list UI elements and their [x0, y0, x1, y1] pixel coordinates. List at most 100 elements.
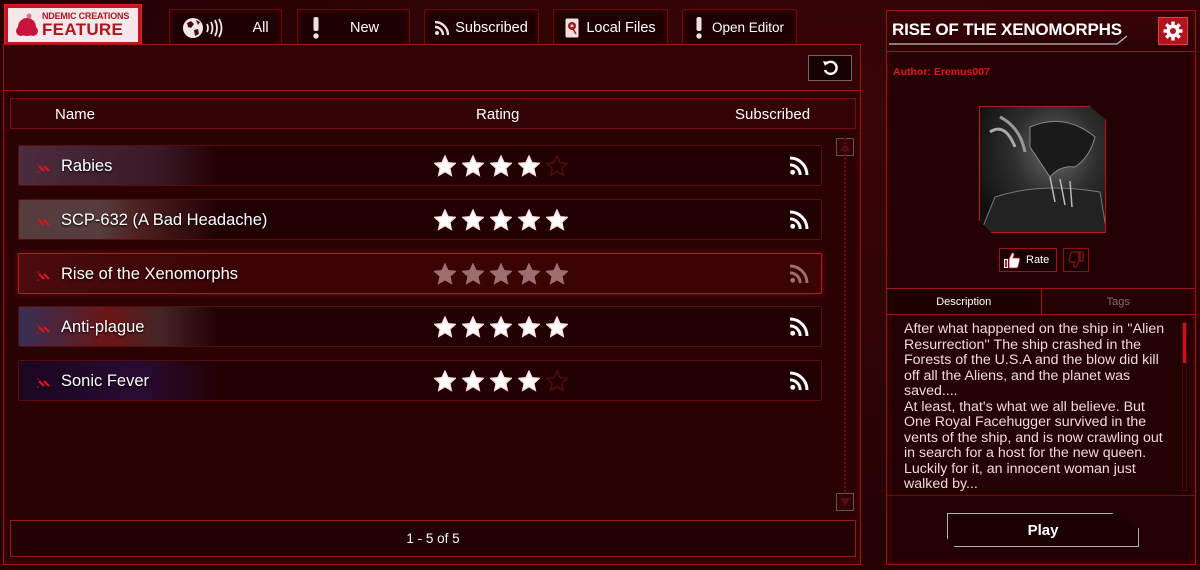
column-subscribed[interactable]: Subscribed	[735, 106, 810, 123]
brand-bottom-text: FEATURE	[42, 20, 124, 39]
tab-description[interactable]: Description	[887, 289, 1042, 314]
subscribed-rss-icon[interactable]	[789, 156, 809, 180]
star-filled-icon	[433, 315, 457, 343]
xenomorph-image-icon	[980, 115, 1105, 232]
list-item[interactable]: Rabies	[18, 145, 822, 186]
star-filled-icon	[517, 208, 541, 236]
exclamation-icon	[312, 16, 320, 39]
star-filled-icon	[433, 208, 457, 236]
tab-all-label: All	[252, 19, 269, 36]
star-filled-icon	[461, 369, 485, 397]
scenario-name: SCP-632 (A Bad Headache)	[61, 211, 268, 229]
star-empty-icon	[545, 154, 569, 182]
scenario-preview-image	[979, 106, 1106, 233]
star-filled-icon	[489, 208, 513, 236]
star-filled-icon	[461, 315, 485, 343]
star-rating	[433, 208, 569, 236]
tab-tags[interactable]: Tags	[1042, 289, 1196, 314]
column-name[interactable]: Name	[55, 106, 95, 123]
scenario-name: Sonic Fever	[61, 372, 150, 390]
list-column-header: Name Rating Subscribed	[10, 98, 856, 129]
subscribed-rss-icon[interactable]	[789, 317, 809, 341]
slash-marker-icon	[37, 214, 53, 232]
slash-marker-icon	[37, 268, 53, 286]
scenario-detail-panel: RISE OF THE XENOMORPHS Author: Eremus007…	[886, 10, 1196, 565]
ndemic-feature-logo[interactable]: NDEMIC CREATIONS FEATURE	[4, 4, 142, 45]
list-scrollbar[interactable]	[844, 138, 846, 498]
play-button[interactable]: Play	[947, 513, 1139, 547]
tab-new-label: New	[350, 19, 380, 36]
star-filled-icon	[545, 208, 569, 236]
star-filled-icon	[517, 154, 541, 182]
rate-label: Rate	[1026, 254, 1050, 266]
globe-broadcast-icon	[182, 16, 228, 40]
star-filled-icon	[433, 262, 457, 290]
exclamation-icon	[695, 16, 703, 39]
star-filled-icon	[461, 208, 485, 236]
tab-open-editor-label: Open Editor	[711, 20, 785, 35]
scenario-list-panel: Name Rating Subscribed Rabies SCP-632 (A …	[3, 44, 861, 565]
hard-drive-icon	[565, 18, 579, 38]
scenario-name: Anti-plague	[61, 318, 145, 336]
list-item[interactable]: Rise of the Xenomorphs	[18, 253, 822, 294]
rate-dislike-button[interactable]	[1063, 248, 1089, 272]
detail-tabs: Description Tags	[887, 288, 1195, 315]
tab-local-files[interactable]: Local Files	[553, 9, 668, 45]
thumbs-down-icon	[1068, 251, 1084, 268]
thumbs-up-icon	[1004, 252, 1021, 269]
star-filled-icon	[433, 154, 457, 182]
subscribed-rss-icon[interactable]	[789, 264, 809, 288]
star-rating	[433, 262, 569, 290]
star-empty-icon	[545, 369, 569, 397]
star-rating	[433, 154, 569, 182]
scenario-name: Rise of the Xenomorphs	[61, 265, 239, 283]
star-filled-icon	[489, 154, 513, 182]
star-filled-icon	[517, 369, 541, 397]
star-rating	[433, 315, 569, 343]
slash-marker-icon	[37, 321, 53, 339]
tab-all[interactable]: All	[169, 9, 282, 45]
tab-open-editor[interactable]: Open Editor	[682, 9, 797, 45]
arrow-down-icon	[840, 498, 850, 506]
pagination-status: 1 - 5 of 5	[10, 520, 856, 557]
star-filled-icon	[517, 262, 541, 290]
star-filled-icon	[517, 315, 541, 343]
footer-divider	[887, 495, 1195, 496]
play-label: Play	[1027, 521, 1059, 539]
star-filled-icon	[489, 369, 513, 397]
splat-logo-icon	[16, 13, 38, 36]
settings-button[interactable]	[1158, 17, 1188, 45]
star-filled-icon	[489, 262, 513, 290]
list-item[interactable]: Anti-plague	[18, 306, 822, 347]
subscribed-rss-icon[interactable]	[789, 210, 809, 234]
scroll-down-button[interactable]	[836, 493, 854, 511]
description-scrollbar[interactable]	[1182, 322, 1187, 491]
tab-new[interactable]: New	[297, 9, 410, 45]
slash-marker-icon	[37, 375, 53, 393]
pager-text: 1 - 5 of 5	[406, 531, 460, 546]
star-filled-icon	[489, 315, 513, 343]
author-label: Author: Eremus007	[893, 66, 990, 78]
star-filled-icon	[461, 262, 485, 290]
list-toolbar	[4, 45, 860, 91]
description-scroll-thumb[interactable]	[1183, 323, 1186, 363]
detail-header: RISE OF THE XENOMORPHS	[887, 11, 1195, 52]
tab-subscribed-label: Subscribed	[455, 19, 528, 36]
title-underline	[889, 35, 1128, 45]
rate-like-button[interactable]: Rate	[999, 248, 1057, 272]
star-filled-icon	[545, 315, 569, 343]
star-filled-icon	[545, 262, 569, 290]
refresh-button[interactable]	[808, 55, 852, 81]
star-filled-icon	[461, 154, 485, 182]
star-rating	[433, 369, 569, 397]
tab-subscribed[interactable]: Subscribed	[424, 9, 539, 45]
list-item[interactable]: Sonic Fever	[18, 360, 822, 401]
scenario-name: Rabies	[61, 157, 113, 175]
subscribed-rss-icon[interactable]	[789, 371, 809, 395]
column-rating[interactable]: Rating	[476, 106, 519, 123]
gear-icon	[1163, 21, 1183, 41]
list-item[interactable]: SCP-632 (A Bad Headache)	[18, 199, 822, 240]
tab-local-files-label: Local Files	[586, 19, 656, 36]
refresh-icon	[823, 60, 838, 76]
scenario-description: After what happened on the ship in ''Ali…	[904, 322, 1165, 492]
